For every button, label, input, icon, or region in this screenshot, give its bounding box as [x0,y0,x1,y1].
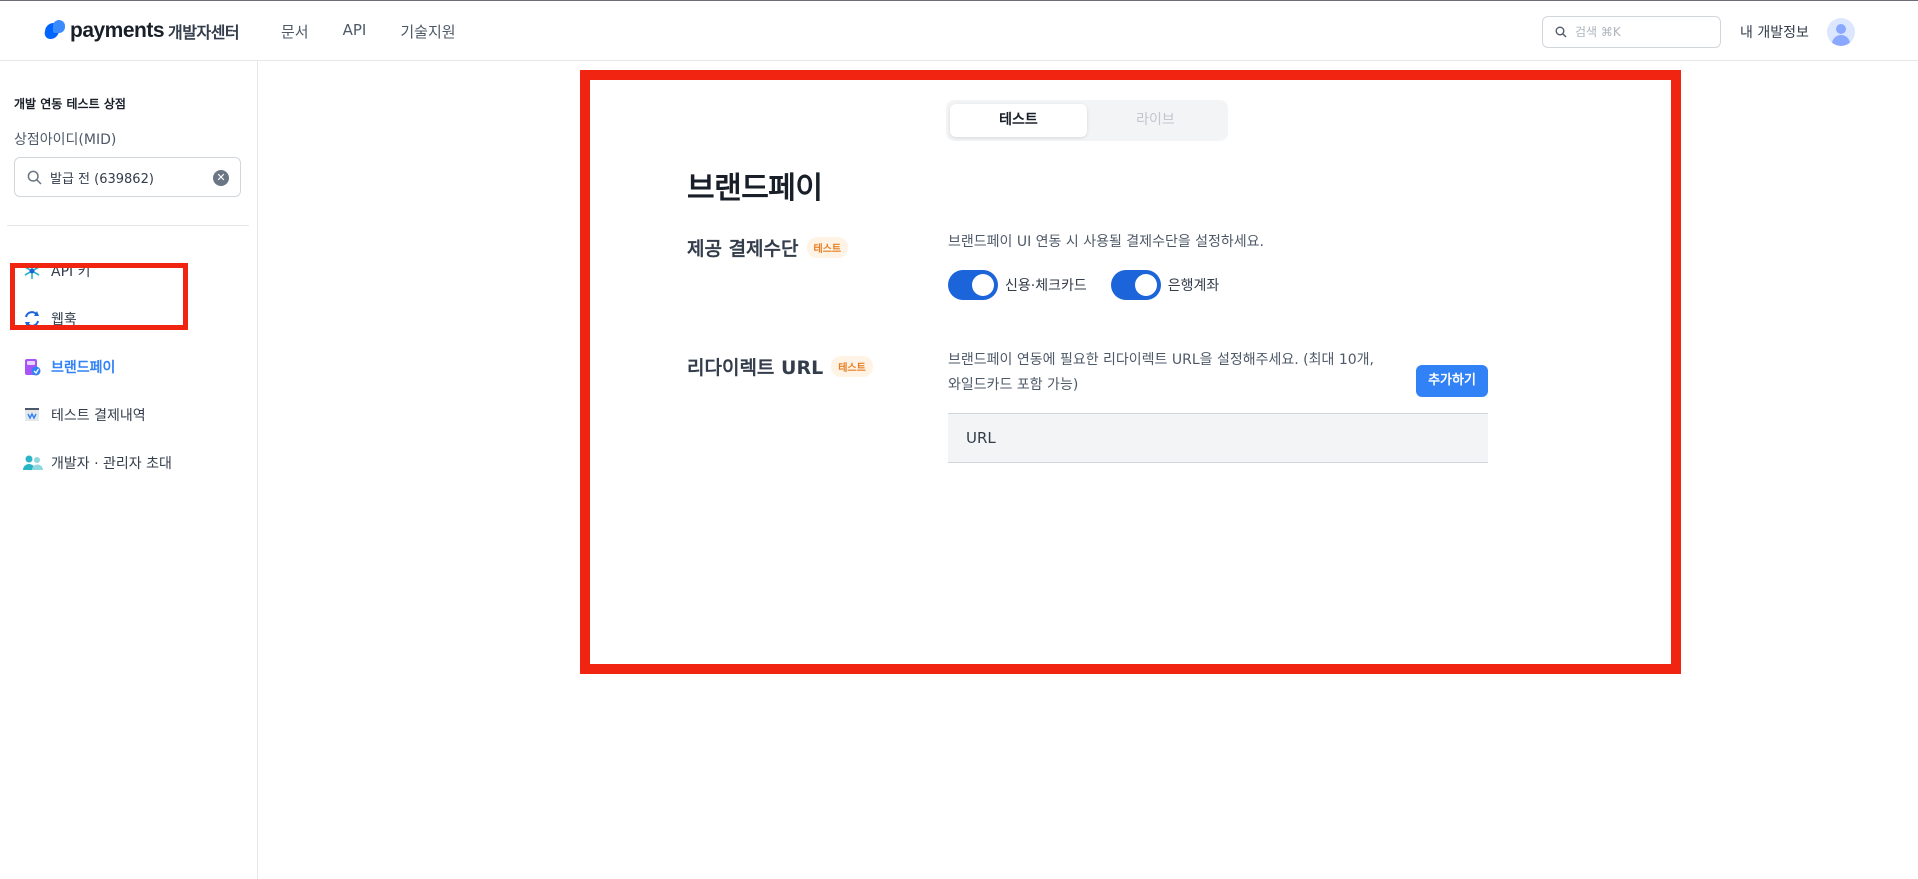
sidebar-item-label: 테스트 결제내역 [51,408,146,424]
payment-method-toggles: 신용·체크카드 은행계좌 [948,270,1243,300]
description-line: 와일드카드 포함 가능) [948,377,1079,393]
search-input[interactable] [1575,25,1715,39]
tab-live[interactable]: 라이브 [1087,104,1224,137]
sidebar-item-test-payments[interactable]: 테스트 결제내역 [0,391,258,439]
redirect-url-label: 리다이렉트 URL 테스트 [687,353,873,380]
url-table-header: URL [948,413,1488,463]
people-icon [22,453,43,473]
mid-value: 발급 전 (639862) [50,171,154,187]
top-navigation-bar: payments 개발자센터 문서 API 기술지원 내 개발정보 [0,0,1918,61]
search-icon [1555,26,1567,38]
receipt-icon [22,405,42,425]
test-badge: 테스트 [806,237,849,258]
sidebar: 개발 연동 테스트 상점 상점아이디(MID) 발급 전 (639862) ✕ … [0,61,258,879]
environment-segmented-control: 테스트 라이브 [946,100,1228,141]
mid-field[interactable]: 발급 전 (639862) ✕ [14,157,241,197]
bank-account-toggle[interactable] [1110,270,1161,300]
test-badge: 테스트 [831,356,873,377]
key-icon [22,261,42,281]
payment-methods-label: 제공 결제수단 테스트 [687,234,849,261]
logo[interactable]: payments 개발자센터 [43,19,240,43]
mid-label: 상점아이디(MID) [14,132,117,148]
section-title: 제공 결제수단 [687,238,799,260]
payments-logo-icon [43,20,67,42]
sidebar-divider [7,225,249,226]
nav-docs[interactable]: 문서 [281,21,309,42]
sidebar-item-label: 웹훅 [51,312,77,328]
sidebar-item-invite[interactable]: 개발자 · 관리자 초대 [0,439,258,487]
section-title: 리다이렉트 URL [687,357,824,379]
sidebar-item-brandpay[interactable]: 브랜드페이 [0,343,258,391]
sidebar-item-label: 개발자 · 관리자 초대 [51,456,172,472]
search-box[interactable] [1542,16,1721,48]
tab-test[interactable]: 테스트 [950,104,1087,137]
logo-subtitle: 개발자센터 [168,23,240,42]
payment-methods-description: 브랜드페이 UI 연동 시 사용될 결제수단을 설정하세요. [948,234,1265,250]
description-line: 브랜드페이 연동에 필요한 리다이렉트 URL을 설정해주세요. (최대 10개… [948,352,1374,368]
my-dev-info-link[interactable]: 내 개발정보 [1740,22,1809,42]
search-icon [27,170,42,185]
sidebar-item-label: API 키 [51,264,91,280]
shop-name: 개발 연동 테스트 상점 [14,97,126,111]
redirect-url-description: 브랜드페이 연동에 필요한 리다이렉트 URL을 설정해주세요. (최대 10개… [948,348,1374,398]
sidebar-menu: API 키 웹훅 브랜드페이 테스트 결제내역 개발자 · 관리자 초대 [0,247,258,487]
webhook-icon [22,309,42,329]
card-toggle-label: 신용·체크카드 [1005,278,1087,294]
page-title: 브랜드페이 [687,171,823,206]
card-toggle[interactable] [948,270,998,300]
main-nav: 문서 API 기술지원 [281,21,490,42]
user-avatar-icon[interactable] [1827,18,1855,46]
sidebar-item-api-key[interactable]: API 키 [0,247,258,295]
sidebar-item-label: 브랜드페이 [51,360,116,376]
bank-account-toggle-label: 은행계좌 [1167,278,1220,294]
brandpay-icon [22,357,42,377]
clear-icon[interactable]: ✕ [213,170,229,186]
nav-api[interactable]: API [343,21,367,42]
add-redirect-url-button[interactable]: 추가하기 [1416,365,1488,397]
sidebar-item-webhook[interactable]: 웹훅 [0,295,258,343]
logo-text: payments [70,19,165,42]
nav-support[interactable]: 기술지원 [400,21,455,42]
